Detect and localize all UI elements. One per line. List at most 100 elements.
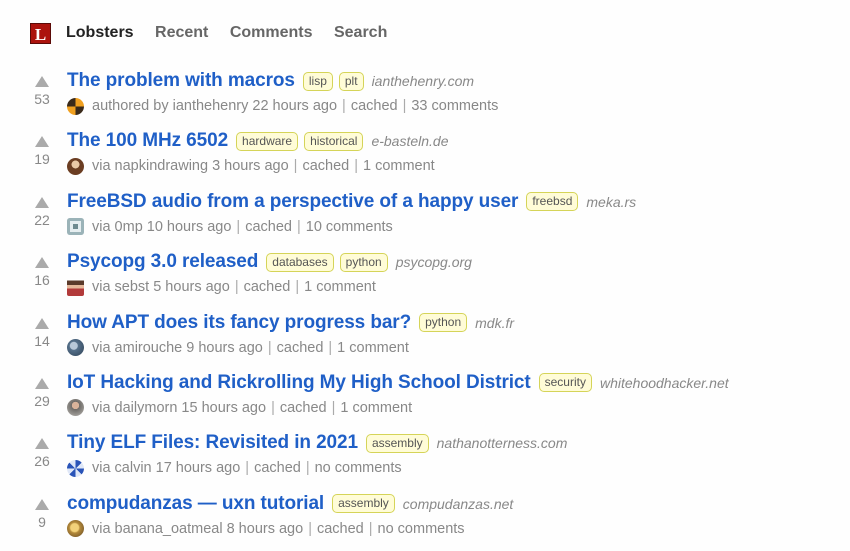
avatar-photo-yellow-icon xyxy=(67,520,84,538)
upvote-arrow-icon[interactable] xyxy=(35,317,49,329)
story-title-link[interactable]: Psycopg 3.0 released xyxy=(67,251,258,273)
story-tags: assembly xyxy=(365,433,435,453)
story-domain-link[interactable]: psycopg.org xyxy=(396,254,472,270)
separator: | xyxy=(267,339,272,356)
upvote-arrow-icon[interactable] xyxy=(35,498,49,510)
story-domain-link[interactable]: compudanzas.net xyxy=(403,496,514,512)
separator: | xyxy=(271,399,275,416)
story-comments-link[interactable]: 1 comment xyxy=(337,340,409,356)
story-domain-link[interactable]: nathanotterness.com xyxy=(437,435,568,451)
story-cached-link[interactable]: cached xyxy=(245,219,292,235)
story-title-link[interactable]: The 100 MHz 6502 xyxy=(67,130,228,152)
separator: | xyxy=(234,279,239,296)
story-details: compudanzas — uxn tutorial assembly comp… xyxy=(67,491,513,540)
voter: 29 xyxy=(30,370,54,409)
byline-prefix: via xyxy=(92,279,111,296)
story-domain-link[interactable]: e-basteln.de xyxy=(371,133,448,149)
story-cached-link[interactable]: cached xyxy=(317,521,364,537)
avatar-blue-geo-icon xyxy=(67,459,84,477)
story-cached-link[interactable]: cached xyxy=(351,98,398,114)
nav-home-link[interactable]: Lobsters xyxy=(66,24,134,41)
story-user-link[interactable]: napkindrawing xyxy=(115,158,209,174)
story-time: 9 hours ago xyxy=(186,339,263,356)
story-title-link[interactable]: The problem with macros xyxy=(67,70,295,92)
voter: 16 xyxy=(30,249,54,288)
byline-prefix: via xyxy=(92,399,111,416)
story-item: 22 FreeBSD audio from a perspective of a… xyxy=(30,189,850,249)
tag-databases[interactable]: databases xyxy=(266,252,334,272)
story-user-link[interactable]: ianthehenry xyxy=(173,98,249,114)
story-user-link[interactable]: 0mp xyxy=(115,219,143,235)
story-details: The problem with macros lisp plt ianthehe… xyxy=(67,68,498,117)
tag-hardware[interactable]: hardware xyxy=(236,131,299,151)
story-comments-link[interactable]: 33 comments xyxy=(411,98,498,114)
story-title-line: IoT Hacking and Rickrolling My High Scho… xyxy=(67,370,729,396)
story-title-link[interactable]: How APT does its fancy progress bar? xyxy=(67,312,411,334)
tag-plt[interactable]: plt xyxy=(338,71,364,91)
story-domain-link[interactable]: ianthehenry.com xyxy=(372,73,474,89)
lobsters-logo-icon[interactable]: L xyxy=(30,22,51,44)
upvote-arrow-icon[interactable] xyxy=(35,196,49,208)
story-domain-link[interactable]: whitehoodhacker.net xyxy=(600,375,729,391)
byline-prefix: via xyxy=(92,339,111,356)
story-details: The 100 MHz 6502 hardware historical e-ba… xyxy=(67,128,449,177)
story-time: 22 hours ago xyxy=(252,98,338,114)
voter: 53 xyxy=(30,68,54,107)
story-user-link[interactable]: dailymorn xyxy=(115,400,178,416)
tag-security[interactable]: security xyxy=(538,373,592,393)
story-tags: assembly xyxy=(332,494,401,514)
story-domain-link[interactable]: mdk.fr xyxy=(475,315,514,331)
upvote-arrow-icon[interactable] xyxy=(35,136,49,148)
story-details: FreeBSD audio from a perspective of a ha… xyxy=(67,189,636,238)
separator: | xyxy=(368,520,373,537)
story-comments-link[interactable]: 1 comment xyxy=(304,279,376,295)
story-user-link[interactable]: sebst xyxy=(115,279,150,295)
story-score: 9 xyxy=(38,513,46,530)
story-cached-link[interactable]: cached xyxy=(277,340,324,356)
story-item: 19 The 100 MHz 6502 hardware historical e… xyxy=(30,128,850,188)
story-title-link[interactable]: FreeBSD audio from a perspective of a ha… xyxy=(67,191,518,213)
story-user-link[interactable]: calvin xyxy=(115,460,152,476)
byline-prefix: via xyxy=(92,460,111,477)
tag-assembly[interactable]: assembly xyxy=(365,433,429,453)
nav-recent-link[interactable]: Recent xyxy=(155,24,208,41)
story-comments-link[interactable]: no comments xyxy=(378,521,465,537)
nav-search-link[interactable]: Search xyxy=(334,24,387,41)
story-cached-link[interactable]: cached xyxy=(302,158,349,174)
story-details: IoT Hacking and Rickrolling My High Scho… xyxy=(67,370,729,419)
story-time: 8 hours ago xyxy=(226,520,304,537)
story-title-link[interactable]: IoT Hacking and Rickrolling My High Scho… xyxy=(67,372,531,394)
separator: | xyxy=(293,158,298,175)
upvote-arrow-icon[interactable] xyxy=(35,76,49,87)
nav-comments-link[interactable]: Comments xyxy=(230,24,313,41)
story-title-link[interactable]: Tiny ELF Files: Revisited in 2021 xyxy=(67,432,358,454)
tag-lisp[interactable]: lisp xyxy=(302,71,333,91)
story-domain-link[interactable]: meka.rs xyxy=(586,194,636,210)
tag-assembly[interactable]: assembly xyxy=(332,494,395,514)
story-item: 16 Psycopg 3.0 released databases python … xyxy=(30,249,850,309)
upvote-arrow-icon[interactable] xyxy=(35,438,49,450)
story-score: 22 xyxy=(34,211,50,228)
story-comments-link[interactable]: 1 comment xyxy=(363,158,435,174)
tag-python[interactable]: python xyxy=(419,313,468,333)
separator: | xyxy=(305,460,310,477)
story-comments-link[interactable]: no comments xyxy=(315,460,402,476)
separator: | xyxy=(295,279,300,296)
story-comments-link[interactable]: 1 comment xyxy=(340,400,412,416)
upvote-arrow-icon[interactable] xyxy=(35,257,49,269)
story-title-link[interactable]: compudanzas — uxn tutorial xyxy=(67,493,324,515)
tag-python[interactable]: python xyxy=(339,252,388,272)
separator: | xyxy=(402,98,407,114)
upvote-arrow-icon[interactable] xyxy=(35,377,49,389)
tag-historical[interactable]: historical xyxy=(304,131,364,151)
story-user-link[interactable]: amirouche xyxy=(115,340,183,356)
separator: | xyxy=(328,339,333,356)
separator: | xyxy=(245,460,250,477)
story-comments-link[interactable]: 10 comments xyxy=(306,219,393,235)
story-user-link[interactable]: banana_oatmeal xyxy=(115,521,223,537)
story-cached-link[interactable]: cached xyxy=(280,400,327,416)
story-cached-link[interactable]: cached xyxy=(244,279,291,295)
tag-freebsd[interactable]: freebsd xyxy=(526,192,579,212)
story-cached-link[interactable]: cached xyxy=(254,460,301,476)
byline-prefix: via xyxy=(92,218,111,235)
